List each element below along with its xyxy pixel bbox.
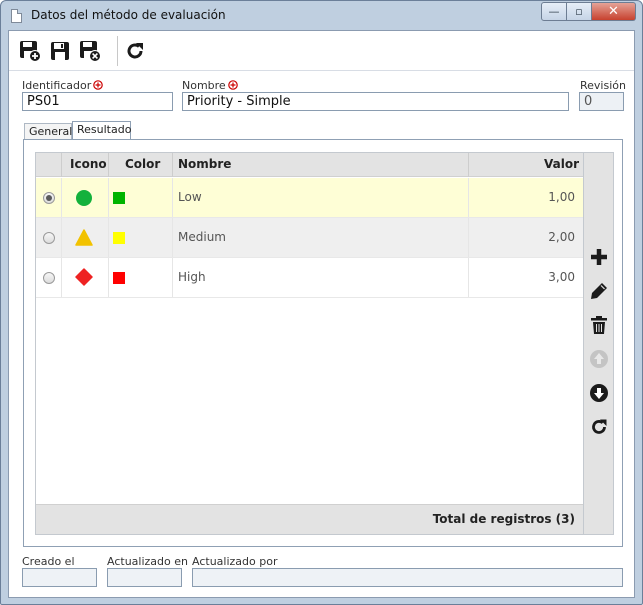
cell-divider xyxy=(108,178,109,217)
close-button[interactable]: ✕ xyxy=(592,2,636,21)
actualizado-por-label: Actualizado por xyxy=(192,555,278,568)
maximize-button[interactable]: ▫ xyxy=(567,2,592,21)
actualizado-en-label: Actualizado en xyxy=(107,555,188,568)
window-title: Datos del método de evaluación xyxy=(31,8,226,22)
row-radio[interactable] xyxy=(43,232,55,244)
revision-field: 0 xyxy=(579,92,624,111)
cell-divider xyxy=(468,258,469,297)
toolbar xyxy=(9,31,634,71)
dialog-window: Datos del método de evaluación — ▫ ✕ Ide… xyxy=(0,0,643,605)
move-up-button[interactable] xyxy=(587,347,611,371)
cell-divider xyxy=(172,258,173,297)
results-grid: Icono Color Nombre Valor Low 1,00 Medium… xyxy=(35,152,584,535)
cell-nombre: High xyxy=(178,270,206,284)
cell-divider xyxy=(108,258,109,297)
nombre-field[interactable]: Priority - Simple xyxy=(182,92,569,111)
column-header-nombre[interactable]: Nombre xyxy=(178,153,231,177)
table-row[interactable]: High 3,00 xyxy=(36,258,583,298)
record-count: Total de registros (3) xyxy=(432,512,575,526)
color-swatch xyxy=(113,192,125,204)
cell-valor: 2,00 xyxy=(548,230,575,244)
cell-divider xyxy=(61,258,62,297)
save-button[interactable] xyxy=(48,39,72,63)
refresh-icon xyxy=(592,419,607,434)
move-down-button[interactable] xyxy=(587,381,611,405)
cell-divider xyxy=(61,178,62,217)
column-divider xyxy=(468,153,469,177)
cell-divider xyxy=(61,218,62,257)
edit-icon xyxy=(591,283,607,299)
column-divider xyxy=(172,153,173,177)
cell-divider xyxy=(468,178,469,217)
yellow-triangle-icon xyxy=(75,229,93,246)
column-divider xyxy=(108,153,109,177)
row-radio[interactable] xyxy=(43,272,55,284)
add-icon xyxy=(591,249,607,265)
nombre-label-text: Nombre xyxy=(182,79,226,92)
grid-footer: Total de registros (3) xyxy=(36,504,583,534)
save-new-icon xyxy=(20,41,41,62)
cell-divider xyxy=(172,218,173,257)
add-button[interactable] xyxy=(587,245,611,269)
table-row[interactable]: Medium 2,00 xyxy=(36,218,583,258)
grid-header: Icono Color Nombre Valor xyxy=(36,153,583,177)
document-icon xyxy=(11,9,22,23)
cell-divider xyxy=(108,218,109,257)
dialog-content: Identificador PS01 Nombre Priority - Sim… xyxy=(8,30,635,598)
cell-nombre: Medium xyxy=(178,230,226,244)
save-close-icon xyxy=(80,41,101,62)
cell-divider xyxy=(172,178,173,217)
delete-button[interactable] xyxy=(587,313,611,337)
edit-button[interactable] xyxy=(587,279,611,303)
creado-field xyxy=(22,568,97,587)
green-circle-icon xyxy=(76,190,92,206)
nombre-label: Nombre xyxy=(182,79,238,93)
identificador-field[interactable]: PS01 xyxy=(22,92,173,111)
minimize-button[interactable]: — xyxy=(541,2,567,21)
tab-resultado[interactable]: Resultado xyxy=(72,121,131,140)
color-swatch xyxy=(113,272,125,284)
column-header-icono[interactable]: Icono xyxy=(70,153,107,177)
title-bar[interactable]: Datos del método de evaluación — ▫ ✕ xyxy=(1,1,642,31)
table-row[interactable]: Low 1,00 xyxy=(36,178,583,218)
actualizado-por-field xyxy=(192,568,623,587)
tab-general[interactable]: General xyxy=(24,123,72,140)
cell-valor: 3,00 xyxy=(548,270,575,284)
save-new-button[interactable] xyxy=(18,39,42,63)
column-header-valor[interactable]: Valor xyxy=(544,153,579,177)
resultado-panel: Icono Color Nombre Valor Low 1,00 Medium… xyxy=(23,139,623,547)
refresh-icon xyxy=(127,43,143,59)
color-swatch xyxy=(113,232,125,244)
save-icon xyxy=(51,42,69,60)
revision-label: Revisión xyxy=(580,79,626,92)
toolbar-separator xyxy=(117,36,118,66)
red-diamond-icon xyxy=(75,268,93,286)
delete-icon xyxy=(591,316,607,334)
cell-valor: 1,00 xyxy=(548,190,575,204)
cell-nombre: Low xyxy=(178,190,202,204)
creado-label: Creado el xyxy=(22,555,75,568)
identificador-label-text: Identificador xyxy=(22,79,92,92)
cell-divider xyxy=(468,218,469,257)
move-up-icon xyxy=(590,350,608,368)
column-divider xyxy=(61,153,62,177)
actualizado-en-field xyxy=(107,568,182,587)
move-down-icon xyxy=(590,384,608,402)
grid-action-bar xyxy=(584,152,614,535)
grid-refresh-button[interactable] xyxy=(587,415,611,439)
row-radio[interactable] xyxy=(43,192,55,204)
column-header-color[interactable]: Color xyxy=(125,153,160,177)
refresh-button[interactable] xyxy=(123,39,147,63)
save-close-button[interactable] xyxy=(78,39,102,63)
identificador-label: Identificador xyxy=(22,79,104,93)
window-controls: — ▫ ✕ xyxy=(541,2,636,22)
